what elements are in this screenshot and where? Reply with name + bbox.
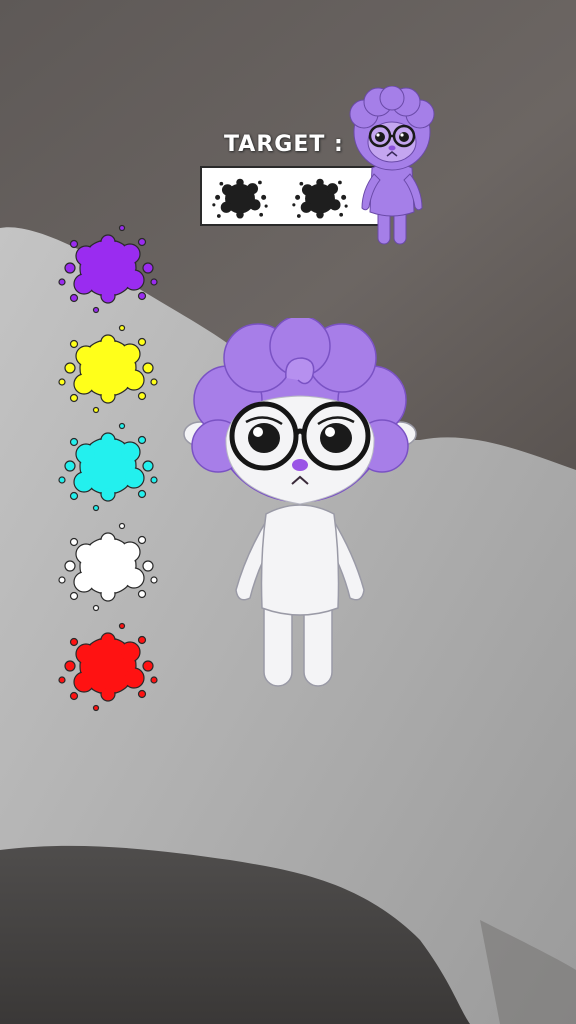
palette-red-splat-button[interactable] bbox=[56, 618, 160, 714]
yellow-splat-icon bbox=[58, 324, 158, 414]
palette-cyan-splat-button[interactable] bbox=[56, 418, 160, 514]
cyan-splat-icon bbox=[58, 422, 158, 512]
white-splat-icon bbox=[58, 522, 158, 612]
purple-splat-icon bbox=[58, 224, 158, 314]
red-splat-icon bbox=[58, 622, 158, 712]
character-body bbox=[260, 504, 340, 616]
palette-white-splat-button[interactable] bbox=[56, 518, 160, 614]
splat-shape bbox=[212, 178, 268, 219]
palette-yellow-splat-button[interactable] bbox=[56, 320, 160, 416]
target-character-preview bbox=[349, 86, 435, 245]
main-character[interactable] bbox=[180, 315, 420, 698]
character-face bbox=[225, 395, 375, 505]
character-nose bbox=[292, 459, 308, 471]
palette-purple-splat-button[interactable] bbox=[56, 220, 160, 316]
target-slot-1-splat-icon bbox=[212, 178, 268, 219]
target-label: TARGET : bbox=[224, 132, 344, 157]
